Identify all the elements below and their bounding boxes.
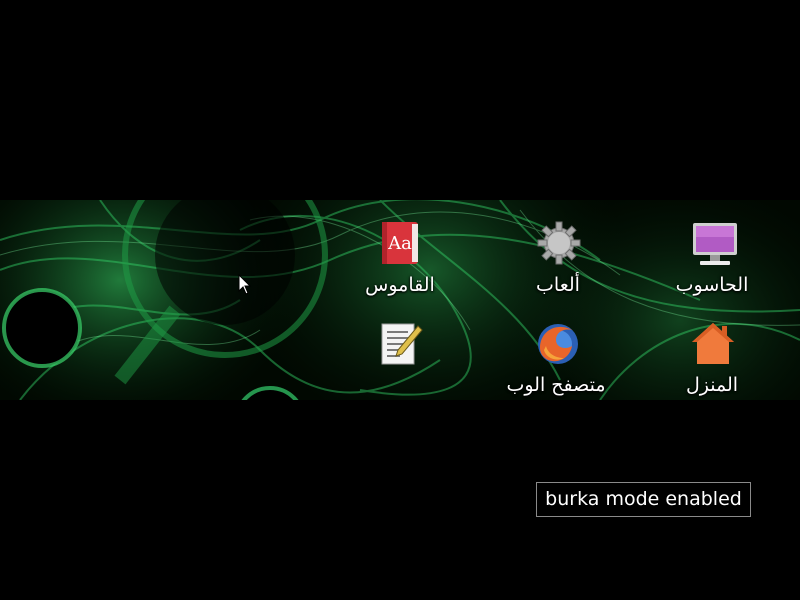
desktop-icon-dictionary[interactable]: Aa القاموس xyxy=(320,220,480,300)
gear-icon xyxy=(536,220,582,266)
desktop-icon-browser[interactable]: متصفح الوب xyxy=(476,320,636,400)
monitor-icon xyxy=(690,220,737,266)
desktop-icon-text-editor[interactable] xyxy=(320,320,480,400)
desktop-area: الحاسوب ألعاب Aa القاموس المنزل متصفح ال… xyxy=(0,200,800,400)
icon-label: متصفح الوب xyxy=(506,374,606,396)
desktop-icon-home[interactable]: المنزل xyxy=(632,320,792,400)
desktop-icon-computer[interactable]: الحاسوب xyxy=(632,220,792,300)
home-folder-icon xyxy=(690,320,736,366)
notification-toast: burka mode enabled xyxy=(536,482,751,517)
icon-label: ألعاب xyxy=(536,274,580,296)
firefox-icon xyxy=(534,320,580,366)
icon-label: المنزل xyxy=(685,374,739,396)
text-editor-icon xyxy=(378,320,424,366)
icon-label: الحاسوب xyxy=(675,274,749,296)
notification-text: burka mode enabled xyxy=(545,488,742,510)
icon-label: القاموس xyxy=(365,274,435,296)
dictionary-glyph-text: Aa xyxy=(387,233,412,254)
desktop-icon-games[interactable]: ألعاب xyxy=(478,220,638,300)
dictionary-book-icon: Aa xyxy=(378,220,424,266)
mouse-pointer-icon xyxy=(238,274,252,295)
